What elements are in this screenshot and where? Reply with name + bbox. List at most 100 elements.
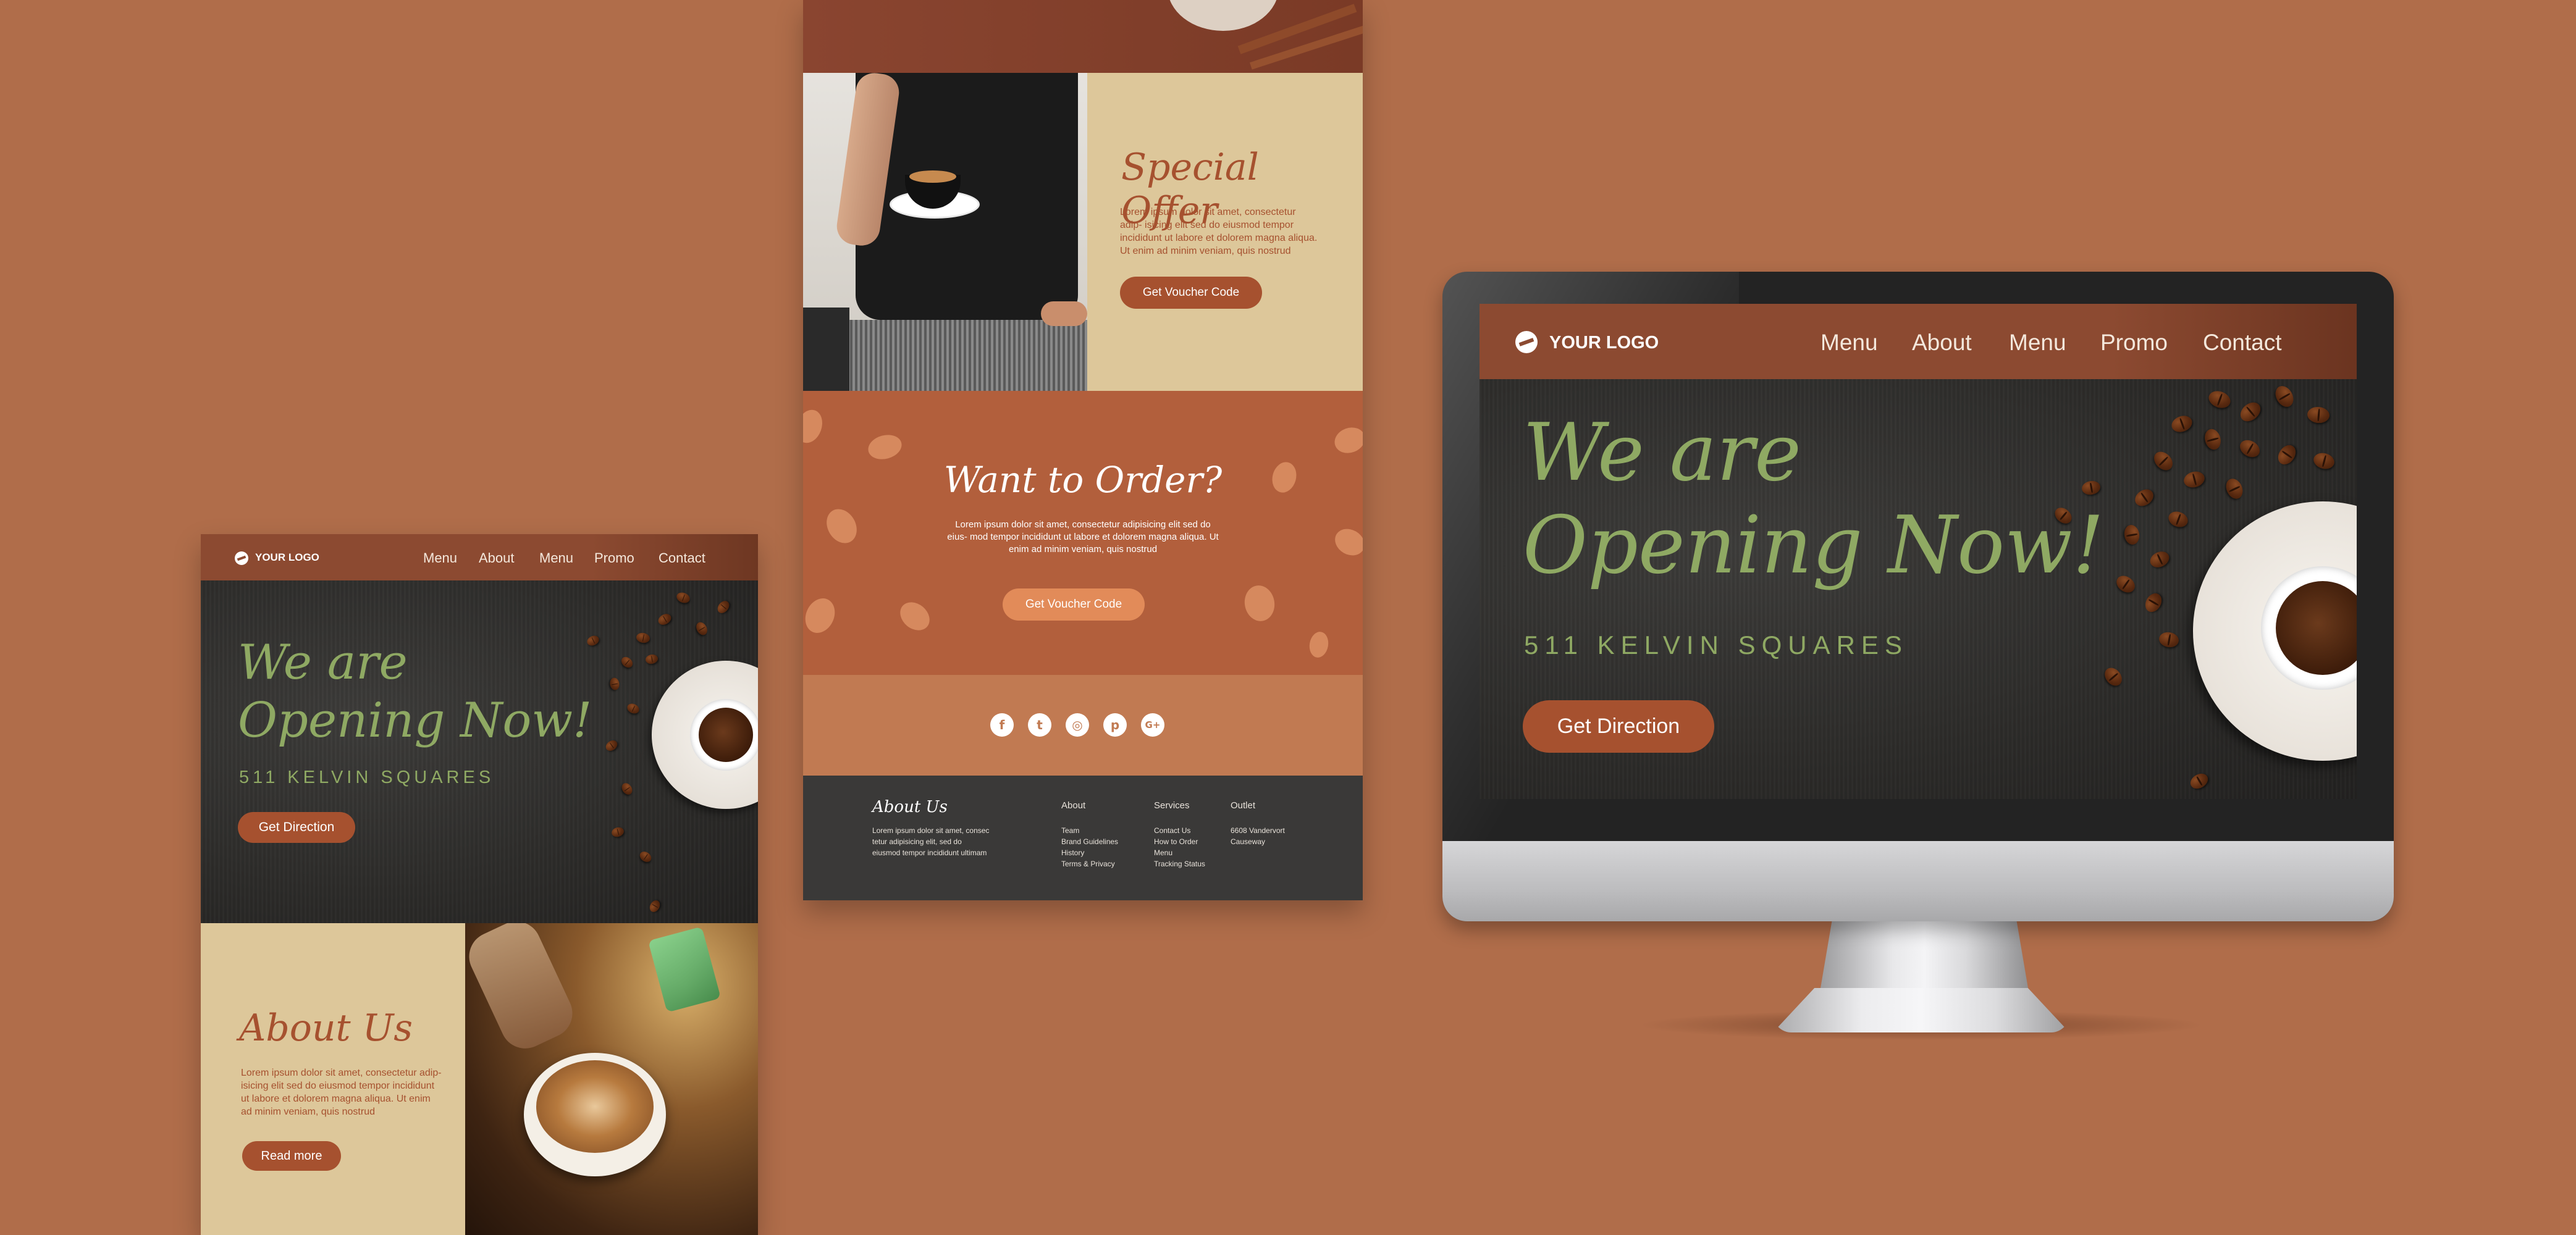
footer-about-text: Lorem ipsum dolor sit amet, consec tetur… [872, 826, 990, 857]
footer-col-services-title: Services [1154, 800, 1190, 811]
footer-link[interactable]: Brand Guidelines [1061, 836, 1118, 847]
coffee-bean [675, 590, 692, 605]
tablet-mockup: Special Offer Lorem ipsum dolor sit amet… [803, 0, 1363, 900]
footer-about-title: About Us [872, 798, 948, 816]
footer: About Us Lorem ipsum dolor sit amet, con… [803, 776, 1363, 900]
about-section: About Us Lorem ipsum dolor sit amet, con… [201, 923, 465, 1235]
footer-link[interactable]: Contact Us [1154, 825, 1190, 836]
coffee-bean [2169, 412, 2195, 435]
hero-title-line2: Opening Now! [1523, 500, 2105, 592]
nav-item-menu[interactable]: Menu [1820, 330, 1878, 356]
about-title: About Us [239, 1007, 413, 1050]
coffee-bean [2312, 451, 2336, 471]
coffee-bean [694, 620, 710, 637]
special-offer-section: Special Offer Lorem ipsum dolor sit amet… [1087, 73, 1363, 391]
facebook-icon[interactable]: f [990, 713, 1014, 737]
footer-link[interactable]: Tracking Status [1154, 858, 1205, 869]
coffee-bean [2158, 630, 2180, 649]
get-voucher-code-button[interactable]: Get Voucher Code [1120, 277, 1262, 309]
coffee-bean [2166, 509, 2191, 530]
footer-col-about-title: About [1061, 800, 1086, 811]
logo-icon [1515, 331, 1538, 353]
coffee-bean [2101, 664, 2126, 689]
monitor-screen: YOUR LOGO Menu About Menu Promo Contact … [1480, 304, 2357, 799]
coffee-bean [2237, 437, 2263, 461]
order-voucher-button[interactable]: Get Voucher Code [1003, 588, 1145, 621]
coffee-bean [620, 781, 634, 797]
footer-outlet-line: 6608 Vandervort [1231, 826, 1285, 835]
coffee-bean [2306, 406, 2331, 424]
coffee-bean [638, 849, 654, 865]
coffee-bean [2275, 442, 2299, 468]
coffee-bean [2202, 427, 2223, 452]
footer-col-outlet-title: Outlet [1231, 800, 1256, 811]
order-title: Want to Order? [943, 459, 1223, 501]
coffee-bean [2142, 590, 2165, 615]
hero-address: 511 KELVIN SQUARES [1524, 630, 1908, 659]
coffee-bean [656, 611, 673, 627]
coffee-bean [2187, 770, 2211, 792]
desktop-header: YOUR LOGO Menu About Menu Promo Contact [1480, 304, 2357, 379]
coffee-bean [625, 701, 641, 716]
nav-item-contact[interactable]: Contact [659, 550, 705, 566]
monitor-body: YOUR LOGO Menu About Menu Promo Contact … [1442, 272, 2394, 921]
top-strip [803, 0, 1363, 73]
footer-link[interactable]: How to Order [1154, 836, 1198, 847]
nav-item-about[interactable]: About [1912, 330, 1972, 356]
footer-link[interactable]: Team [1061, 825, 1079, 836]
logo-text[interactable]: YOUR LOGO [255, 551, 319, 564]
footer-link[interactable]: Terms & Privacy [1061, 858, 1115, 869]
coffee-bean [2147, 548, 2172, 571]
footer-link[interactable]: Menu [1154, 847, 1172, 858]
coffee-bean [619, 655, 635, 670]
footer-link[interactable]: History [1061, 847, 1084, 858]
coffee-cup-image [652, 661, 758, 809]
hero-title-line1: We are [238, 635, 408, 690]
coffee-bean [2150, 448, 2176, 474]
about-body: Lorem ipsum dolor sit amet, consectetur … [241, 1068, 442, 1118]
social-section: f t ◎ p G+ [803, 675, 1363, 776]
footer-outlet-line: Causeway [1231, 837, 1266, 846]
hero-address: 511 KELVIN SQUARES [239, 768, 495, 787]
hero-title-line1: We are [1523, 407, 1801, 499]
coffee-bean [604, 738, 620, 753]
google-plus-icon[interactable]: G+ [1141, 713, 1164, 737]
coffee-bean [647, 898, 662, 914]
coffee-bean [2132, 485, 2157, 510]
coffee-bean [585, 634, 601, 648]
coffee-cup-image [2193, 501, 2357, 761]
pinterest-icon[interactable]: p [1103, 713, 1127, 737]
nav-item-promo[interactable]: Promo [594, 550, 634, 566]
monitor-stand-base [1773, 988, 2069, 1032]
nav-item-menu-2[interactable]: Menu [539, 550, 573, 566]
coffee-bean [2113, 572, 2138, 597]
latte-art-image [465, 923, 758, 1235]
hero-title-line2: Opening Now! [238, 693, 592, 748]
coffee-bean [2081, 479, 2102, 496]
coffee-bean [2223, 475, 2246, 502]
twitter-icon[interactable]: t [1028, 713, 1051, 737]
read-more-button[interactable]: Read more [242, 1141, 341, 1171]
get-direction-button[interactable]: Get Direction [1523, 700, 1714, 753]
coffee-bean [608, 677, 621, 691]
monitor-chin [1442, 841, 2394, 921]
coffee-bean [2123, 524, 2141, 546]
get-direction-button[interactable]: Get Direction [238, 812, 355, 843]
coffee-bean [715, 598, 732, 616]
logo-text[interactable]: YOUR LOGO [1549, 333, 1659, 353]
coffee-bean [2206, 388, 2233, 411]
nav-item-about[interactable]: About [479, 550, 515, 566]
nav-item-menu-2[interactable]: Menu [2009, 330, 2066, 356]
instagram-icon[interactable]: ◎ [1066, 713, 1089, 737]
coffee-bean [635, 632, 651, 644]
monitor-stand-neck [1819, 921, 2029, 995]
nav-item-contact[interactable]: Contact [2203, 330, 2282, 356]
barista-image [803, 73, 1087, 391]
nav-item-menu[interactable]: Menu [423, 550, 457, 566]
mobile-header: YOUR LOGO Menu About Menu Promo Contact [201, 534, 758, 580]
nav-item-promo[interactable]: Promo [2100, 330, 2168, 356]
mobile-mockup: YOUR LOGO Menu About Menu Promo Contact … [201, 534, 758, 1235]
coffee-bean [2236, 398, 2265, 425]
coffee-bean [644, 653, 659, 665]
special-offer-body: Lorem ipsum dolor sit amet, consectetur … [1120, 207, 1318, 257]
